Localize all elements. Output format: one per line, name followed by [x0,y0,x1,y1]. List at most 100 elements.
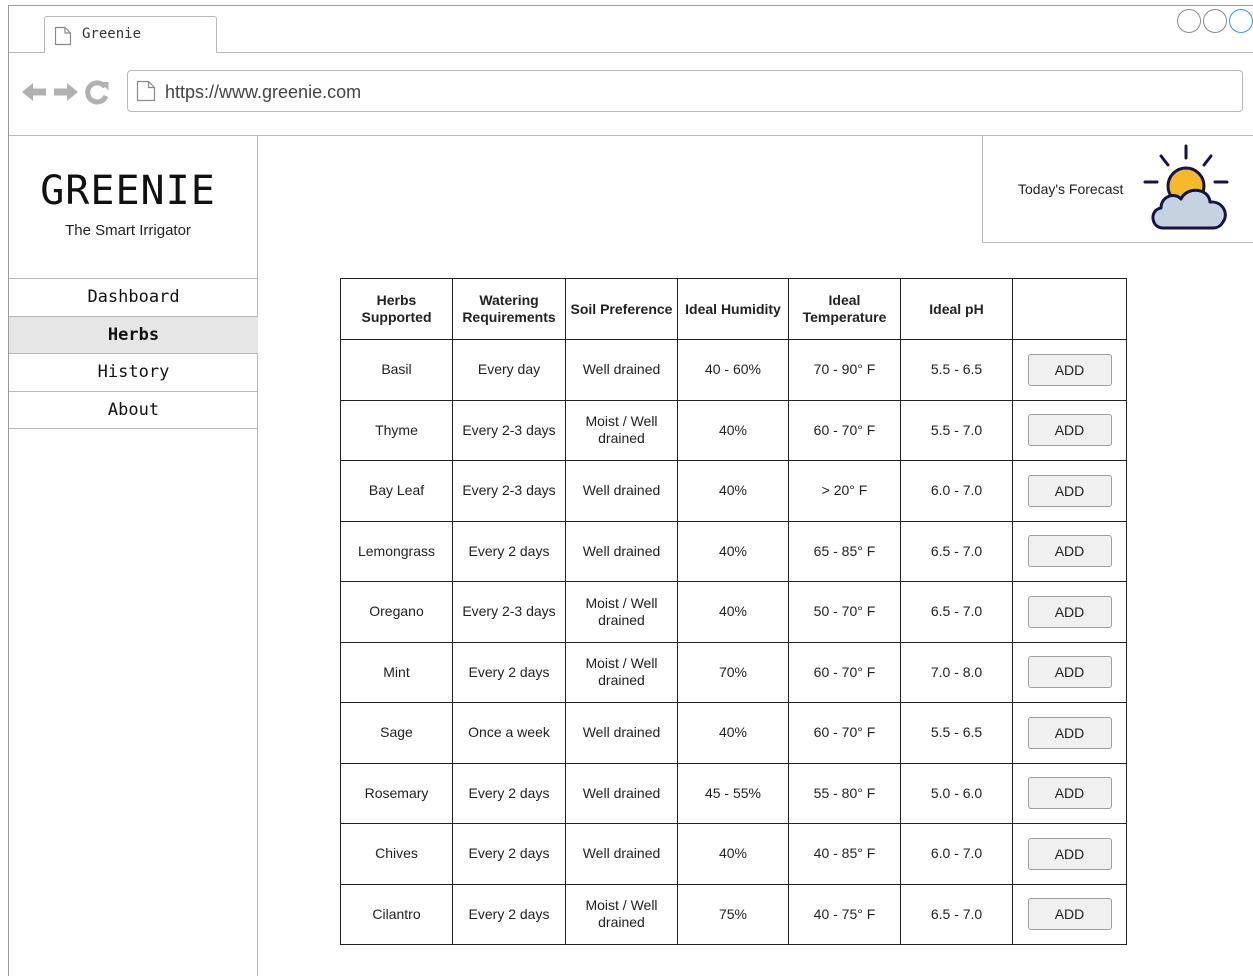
ph-cell: 7.0 - 8.0 [900,641,1013,703]
forward-arrow-icon[interactable] [52,80,80,109]
header-ideal-ph: Ideal pH [900,278,1013,340]
watering-cell: Every 2-3 days [452,460,566,522]
window-controls [1177,9,1253,33]
humidity-cell: 40% [677,520,789,582]
sidebar-item-about[interactable]: About [9,392,258,429]
ph-cell: 6.5 - 7.0 [900,581,1013,643]
back-arrow-icon[interactable] [20,80,48,109]
herb-name-cell: Rosemary [340,762,453,824]
page-icon [54,26,72,51]
ph-cell: 5.5 - 7.0 [900,399,1013,461]
header-ideal-humidity: Ideal Humidity [677,278,789,340]
browser-tab[interactable]: Greenie [44,16,217,53]
sidebar-item-dashboard[interactable]: Dashboard [9,279,258,317]
watering-cell: Every 2 days [452,520,566,582]
forecast-widget[interactable]: Today's Forecast [982,136,1253,243]
browser-nav [20,79,110,110]
herb-name-cell: Oregano [340,581,453,643]
add-herb-button[interactable]: ADD [1027,414,1112,447]
action-cell: ADD [1012,399,1127,461]
forecast-label: Today's Forecast [1018,181,1124,197]
add-herb-button[interactable]: ADD [1027,535,1112,568]
watering-cell: Every 2 days [452,762,566,824]
temperature-cell: 40 - 75° F [788,883,901,945]
action-cell: ADD [1012,339,1127,401]
address-bar[interactable]: https://www.greenie.com [127,70,1243,112]
table-row: Thyme Every 2-3 days Moist / Well drained 4… [340,399,1127,461]
temperature-cell: 60 - 70° F [788,399,901,461]
add-herb-button[interactable]: ADD [1027,777,1112,810]
url-text: https://www.greenie.com [165,82,362,102]
add-herb-button[interactable]: ADD [1027,656,1112,689]
watering-cell: Every 2 days [452,883,566,945]
tab-title: Greenie [82,26,142,42]
table-row: Basil Every day Well drained 40 - 60% 70 - 9… [340,339,1127,401]
soil-cell: Well drained [565,520,678,582]
soil-cell: Well drained [565,460,678,522]
ph-cell: 6.5 - 7.0 [900,520,1013,582]
humidity-cell: 45 - 55% [677,762,789,824]
watering-cell: Every 2 days [452,641,566,703]
temperature-cell: > 20° F [788,460,901,522]
soil-cell: Well drained [565,762,678,824]
temperature-cell: 60 - 70° F [788,641,901,703]
temperature-cell: 40 - 85° F [788,823,901,885]
herb-name-cell: Cilantro [340,883,453,945]
herb-name-cell: Basil [340,339,453,401]
table-row: Bay Leaf Every 2-3 days Well drained 40% > 2… [340,460,1127,522]
herb-name-cell: Bay Leaf [340,460,453,522]
header-watering-requirements: Watering Requirements [452,278,566,340]
page-icon [136,80,156,107]
ph-cell: 5.5 - 6.5 [900,339,1013,401]
add-herb-button[interactable]: ADD [1027,898,1112,931]
sidebar-item-history[interactable]: History [9,354,258,392]
action-cell: ADD [1012,641,1127,703]
add-herb-button[interactable]: ADD [1027,353,1112,386]
soil-cell: Well drained [565,339,678,401]
action-cell: ADD [1012,460,1127,522]
watering-cell: Every 2 days [452,823,566,885]
action-cell: ADD [1012,762,1127,824]
action-cell: ADD [1012,581,1127,643]
herb-name-cell: Thyme [340,399,453,461]
table-row: Lemongrass Every 2 days Well drained 40% 65 … [340,520,1127,582]
action-cell: ADD [1012,702,1127,764]
soil-cell: Moist / Well drained [565,399,678,461]
temperature-cell: 60 - 70° F [788,702,901,764]
temperature-cell: 50 - 70° F [788,581,901,643]
add-herb-button[interactable]: ADD [1027,595,1112,628]
sun-behind-cloud-icon [1143,144,1239,237]
add-herb-button[interactable]: ADD [1027,837,1112,870]
soil-cell: Moist / Well drained [565,883,678,945]
temperature-cell: 65 - 85° F [788,520,901,582]
herb-name-cell: Mint [340,641,453,703]
add-herb-button[interactable]: ADD [1027,474,1112,507]
humidity-cell: 40 - 60% [677,339,789,401]
action-cell: ADD [1012,883,1127,945]
window-maximize-button[interactable] [1203,9,1227,33]
sidebar-item-herbs[interactable]: Herbs [9,316,258,354]
humidity-cell: 40% [677,399,789,461]
ph-cell: 6.0 - 7.0 [900,823,1013,885]
ph-cell: 5.0 - 6.0 [900,762,1013,824]
table-row: Mint Every 2 days Moist / Well drained 70% 6… [340,641,1127,703]
sidebar: GREENIE The Smart Irrigator Dashboard He… [9,136,258,976]
herb-name-cell: Sage [340,702,453,764]
herb-name-cell: Chives [340,823,453,885]
window-close-button[interactable] [1229,9,1253,33]
window-minimize-button[interactable] [1177,9,1201,33]
ph-cell: 6.0 - 7.0 [900,460,1013,522]
soil-cell: Well drained [565,702,678,764]
header-ideal-temperature: Ideal Temperature [788,278,901,340]
humidity-cell: 40% [677,460,789,522]
herbs-table: Herbs Supported Watering Requirements So… [340,278,1127,945]
soil-cell: Moist / Well drained [565,641,678,703]
add-herb-button[interactable]: ADD [1027,716,1112,749]
header-herbs-supported: Herbs Supported [340,278,453,340]
soil-cell: Moist / Well drained [565,581,678,643]
humidity-cell: 40% [677,702,789,764]
table-row: Oregano Every 2-3 days Moist / Well draine… [340,581,1127,643]
table-header-row: Herbs Supported Watering Requirements So… [340,278,1127,340]
reload-icon[interactable] [84,79,110,110]
watering-cell: Every 2-3 days [452,399,566,461]
